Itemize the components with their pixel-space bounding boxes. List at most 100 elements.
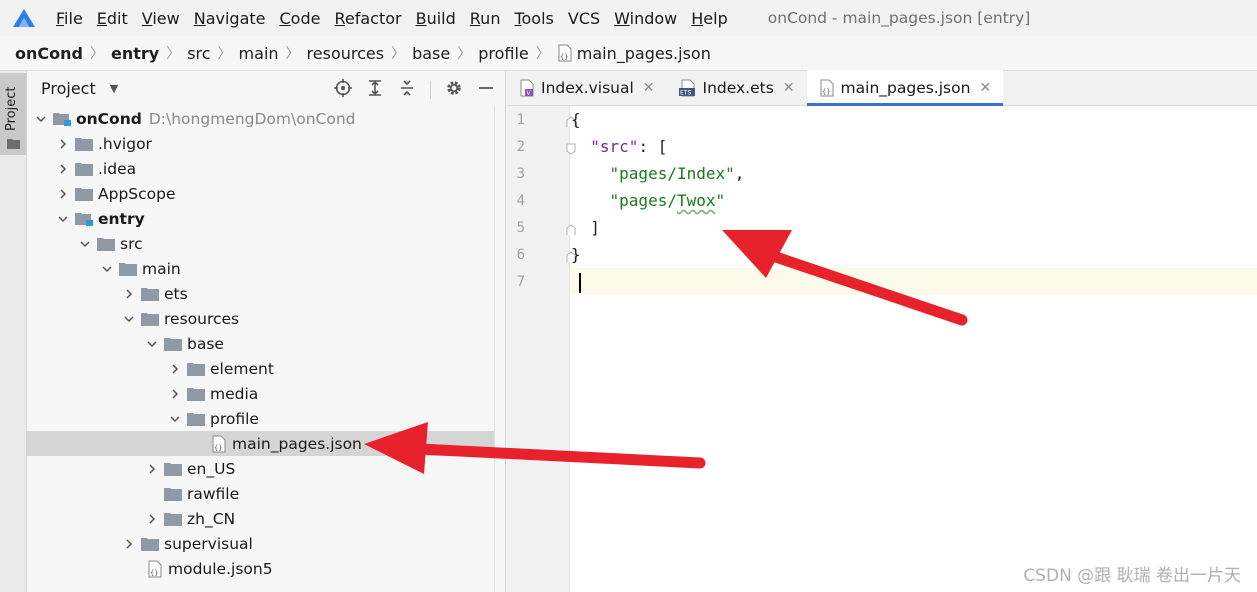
menu-code[interactable]: Code bbox=[280, 9, 321, 28]
tree-item-resources[interactable]: resources bbox=[27, 306, 505, 331]
chevron-right-icon: 〉 bbox=[89, 46, 104, 62]
tree-item-appscope[interactable]: AppScope bbox=[27, 181, 505, 206]
editor-gutter[interactable]: 1 2 3 4 5 6 7 bbox=[507, 106, 576, 592]
breadcrumb-item-file[interactable]: main_pages.json bbox=[577, 44, 711, 63]
chevron-right-icon[interactable] bbox=[55, 163, 71, 175]
window-title: onCond - main_pages.json [entry] bbox=[767, 9, 1031, 27]
menu-build[interactable]: Build bbox=[416, 9, 456, 28]
tree-item-zh-cn[interactable]: zh_CN bbox=[27, 506, 505, 531]
chevron-down-icon[interactable] bbox=[167, 413, 183, 425]
breadcrumb-item-src[interactable]: src bbox=[187, 44, 210, 63]
breadcrumb-item-base[interactable]: base bbox=[412, 44, 450, 63]
code-editor[interactable]: { "src": [ "pages/Index", "pages/Twox" ]… bbox=[571, 106, 1257, 592]
tree-item-main[interactable]: main bbox=[27, 256, 505, 281]
locate-icon[interactable] bbox=[334, 79, 352, 101]
close-icon[interactable]: ✕ bbox=[643, 80, 655, 96]
project-panel: Project ▼ onCond D:\hongmengDom\onCond .… bbox=[27, 71, 506, 592]
chevron-right-icon: 〉 bbox=[391, 46, 406, 62]
chevron-down-icon[interactable] bbox=[121, 313, 137, 325]
code-line-5: ] bbox=[590, 218, 600, 237]
svg-text:{}: {} bbox=[214, 444, 222, 452]
chevron-down-icon[interactable] bbox=[144, 338, 160, 350]
menu-refactor[interactable]: Refactor bbox=[334, 9, 401, 28]
tree-item-idea[interactable]: .idea bbox=[27, 156, 505, 181]
module-folder-icon bbox=[75, 211, 93, 226]
close-icon[interactable]: ✕ bbox=[979, 80, 991, 96]
chevron-down-icon[interactable] bbox=[33, 113, 49, 125]
tab-index-ets[interactable]: ETS Index.ets ✕ bbox=[667, 70, 807, 105]
chevron-right-icon[interactable] bbox=[121, 288, 137, 300]
breadcrumb-item-profile[interactable]: profile bbox=[478, 44, 529, 63]
folder-icon bbox=[141, 287, 159, 301]
tree-item-hvigor[interactable]: .hvigor bbox=[27, 131, 505, 156]
visual-file-icon: V bbox=[519, 79, 535, 97]
chevron-right-icon[interactable] bbox=[144, 463, 160, 475]
menu-edit[interactable]: Edit bbox=[97, 9, 128, 28]
menu-navigate[interactable]: Navigate bbox=[194, 9, 266, 28]
toolbar-divider bbox=[430, 81, 431, 99]
chevron-right-icon[interactable] bbox=[55, 188, 71, 200]
project-panel-title[interactable]: Project bbox=[41, 79, 96, 98]
tree-item-media[interactable]: media bbox=[27, 381, 505, 406]
chevron-down-icon[interactable] bbox=[55, 213, 71, 225]
menu-vcs[interactable]: VCS bbox=[568, 9, 600, 28]
tree-item-src[interactable]: src bbox=[27, 231, 505, 256]
project-tool-tab[interactable]: Project bbox=[0, 73, 26, 155]
tree-item-ets[interactable]: ets bbox=[27, 281, 505, 306]
menu-view[interactable]: View bbox=[142, 9, 180, 28]
menu-tools[interactable]: Tools bbox=[514, 9, 553, 28]
breadcrumb-item-oncond[interactable]: onCond bbox=[15, 44, 83, 63]
chevron-right-icon[interactable] bbox=[144, 513, 160, 525]
gear-icon[interactable] bbox=[445, 79, 463, 101]
chevron-down-icon[interactable] bbox=[99, 263, 115, 275]
chevron-right-icon: 〉 bbox=[285, 46, 300, 62]
tree-item-entry[interactable]: entry bbox=[27, 206, 505, 231]
line-number: 3 bbox=[516, 166, 525, 182]
tree-item-base[interactable]: base bbox=[27, 331, 505, 356]
svg-text:ETS: ETS bbox=[680, 89, 691, 96]
breadcrumb-item-resources[interactable]: resources bbox=[307, 44, 385, 63]
project-path: D:\hongmengDom\onCond bbox=[148, 109, 356, 128]
menu-help[interactable]: Help bbox=[691, 9, 727, 28]
tree-item-supervisual[interactable]: supervisual bbox=[27, 531, 505, 556]
chevron-right-icon[interactable] bbox=[55, 138, 71, 150]
tab-label: Index.visual bbox=[541, 78, 634, 97]
project-panel-scrollbar[interactable] bbox=[494, 106, 505, 592]
breadcrumb-item-main[interactable]: main bbox=[239, 44, 279, 63]
menu-run[interactable]: Run bbox=[470, 9, 501, 28]
tree-item-element[interactable]: element bbox=[27, 356, 505, 381]
module-folder-icon bbox=[53, 111, 71, 126]
folder-icon bbox=[187, 412, 205, 426]
code-line-6: } bbox=[571, 245, 581, 264]
tab-index-visual[interactable]: V Index.visual ✕ bbox=[507, 70, 667, 105]
chevron-down-icon[interactable]: ▼ bbox=[110, 82, 118, 95]
breadcrumb-item-entry[interactable]: entry bbox=[111, 44, 159, 63]
tab-main-pages-json[interactable]: {} main_pages.json ✕ bbox=[806, 70, 1004, 106]
code-line-1: { bbox=[571, 110, 581, 129]
svg-text:{}: {} bbox=[822, 88, 830, 96]
chevron-down-icon[interactable] bbox=[77, 238, 93, 250]
chevron-right-icon[interactable] bbox=[167, 363, 183, 375]
menu-file[interactable]: File bbox=[56, 9, 83, 28]
project-panel-header: Project ▼ bbox=[27, 71, 505, 106]
tree-item-rawfile[interactable]: rawfile bbox=[27, 481, 505, 506]
chevron-right-icon: 〉 bbox=[457, 46, 472, 62]
text-caret bbox=[579, 272, 581, 293]
line-number: 4 bbox=[516, 193, 525, 209]
folder-icon bbox=[164, 462, 182, 476]
close-icon[interactable]: ✕ bbox=[783, 80, 795, 96]
line-number: 6 bbox=[516, 247, 525, 263]
editor-tab-bar: V Index.visual ✕ ETS Index.ets ✕ {} main… bbox=[507, 70, 1257, 106]
tree-item-main-pages-json[interactable]: {} main_pages.json bbox=[27, 431, 505, 456]
hide-panel-icon[interactable] bbox=[477, 79, 495, 101]
tree-item-en-us[interactable]: en_US bbox=[27, 456, 505, 481]
tree-item-profile[interactable]: profile bbox=[27, 406, 505, 431]
chevron-right-icon[interactable] bbox=[121, 538, 137, 550]
collapse-all-icon[interactable] bbox=[398, 79, 416, 101]
tree-item-oncond[interactable]: onCond D:\hongmengDom\onCond bbox=[27, 106, 505, 131]
chevron-right-icon[interactable] bbox=[167, 388, 183, 400]
tree-item-module-json5[interactable]: {} module.json5 bbox=[27, 556, 505, 581]
expand-all-icon[interactable] bbox=[366, 79, 384, 101]
breadcrumb: onCond 〉 entry 〉 src 〉 main 〉 resources … bbox=[0, 36, 1257, 71]
menu-window[interactable]: Window bbox=[614, 9, 677, 28]
